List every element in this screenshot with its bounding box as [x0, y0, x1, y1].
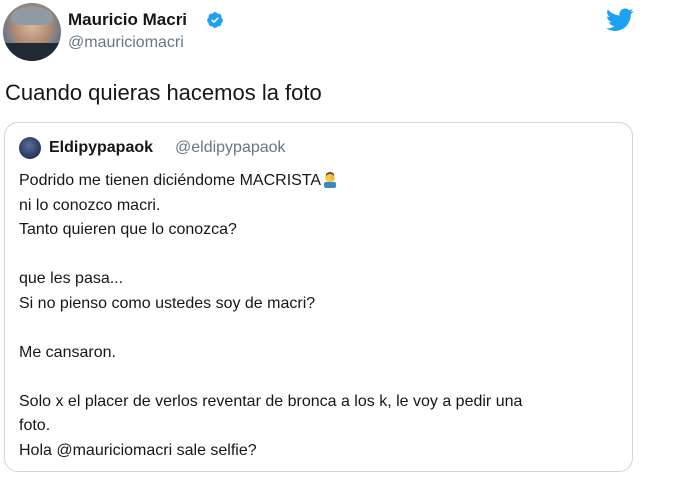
quoted-line: Hola @mauriciomacri sale selfie? — [19, 441, 257, 459]
avatar-hair — [11, 7, 53, 25]
quoted-avatar[interactable] — [19, 137, 41, 159]
quoted-text: Podrido me tienen diciéndome MACRISTA ni… — [19, 169, 619, 463]
quoted-line: que les pasa... — [19, 270, 124, 287]
twitter-bird-icon[interactable] — [606, 8, 634, 32]
quoted-display-name[interactable]: Eldipypapaok — [49, 139, 153, 157]
quoted-line: Tanto quieren que lo conozca? — [19, 221, 237, 238]
author-display-name[interactable]: Mauricio Macri — [68, 10, 187, 30]
quoted-line: Me cansaron. — [19, 343, 116, 361]
quoted-line — [19, 243, 619, 268]
quoted-line: Si no pienso como ustedes soy de macri? — [19, 294, 316, 312]
quoted-line — [19, 365, 619, 390]
quoted-line: Solo x el placer de verlos reventar de b… — [19, 392, 523, 410]
quoted-line: ni lo conozco macri. — [19, 196, 161, 214]
author-handle[interactable]: @mauriciomacri — [68, 34, 184, 52]
facepalm-emoji-icon — [324, 172, 337, 188]
tweet-text: Cuando quieras hacemos la foto — [5, 80, 322, 105]
quoted-line: foto. — [19, 417, 51, 434]
quoted-handle[interactable]: @eldipypapaok — [175, 139, 286, 157]
verified-badge-icon — [207, 12, 223, 28]
quoted-line: Podrido me tienen diciéndome MACRISTA — [19, 169, 619, 194]
avatar-shirt — [3, 43, 61, 61]
quoted-tweet[interactable]: Eldipypapaok @eldipypapaok Podrido me ti… — [4, 122, 633, 472]
avatar[interactable] — [3, 3, 61, 61]
quoted-line — [19, 316, 619, 341]
